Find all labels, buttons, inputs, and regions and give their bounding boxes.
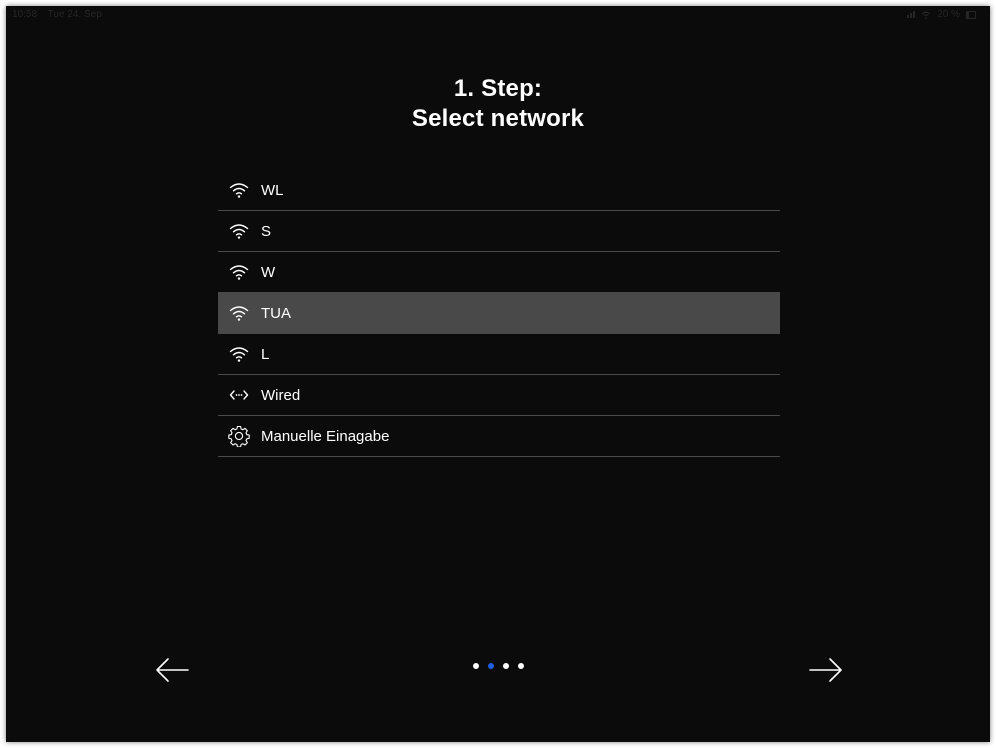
network-label: W [261, 263, 276, 281]
network-label: L [261, 345, 270, 363]
network-item-l[interactable]: L [218, 334, 780, 375]
network-item-s[interactable]: S [218, 211, 780, 252]
wired-connection-icon [228, 386, 250, 404]
page-dot [472, 663, 479, 669]
network-label: TUA [261, 304, 291, 322]
wifi-icon [228, 304, 250, 322]
network-label: Manuelle Einagabe [261, 427, 390, 445]
network-list: WL S W TUA L Wired Manuelle Einagabe [218, 170, 780, 457]
step-heading: Select network [411, 105, 585, 132]
wifi-icon [228, 345, 250, 363]
status-date: Tue 24. Sep [47, 9, 102, 20]
back-button[interactable] [154, 656, 190, 684]
page-title: 1. Step: Select network [6, 74, 990, 134]
network-item-tua[interactable]: TUA [218, 293, 780, 334]
battery-percentage: 20 % [937, 9, 960, 20]
arrow-right-icon [809, 658, 842, 682]
arrow-left-icon [156, 658, 189, 682]
next-button[interactable] [808, 656, 844, 684]
network-label: WL [261, 181, 284, 199]
wifi-icon [228, 222, 250, 240]
status-bar: 10:58 Tue 24. Sep 20 % [6, 6, 990, 24]
wifi-status-icon [921, 11, 931, 19]
status-time: 10:58 [12, 9, 38, 20]
step-label: 1. Step: [453, 75, 543, 102]
page-dot [517, 663, 524, 669]
network-item-manuelle-einagabe[interactable]: Manuelle Einagabe [218, 416, 780, 457]
page-dot [502, 663, 509, 669]
wifi-icon [228, 263, 250, 281]
signal-icon [907, 11, 916, 18]
network-item-wired[interactable]: Wired [218, 375, 780, 416]
gear-icon [228, 425, 250, 447]
network-item-w[interactable]: W [218, 252, 780, 293]
battery-icon [966, 10, 976, 19]
network-label: S [261, 222, 272, 240]
network-label: Wired [261, 386, 301, 404]
setup-screen: 10:58 Tue 24. Sep 20 % 1. Step: Select n… [6, 6, 990, 742]
network-item-wl[interactable]: WL [218, 170, 780, 211]
wifi-icon [228, 181, 250, 199]
page-dot [487, 663, 494, 669]
